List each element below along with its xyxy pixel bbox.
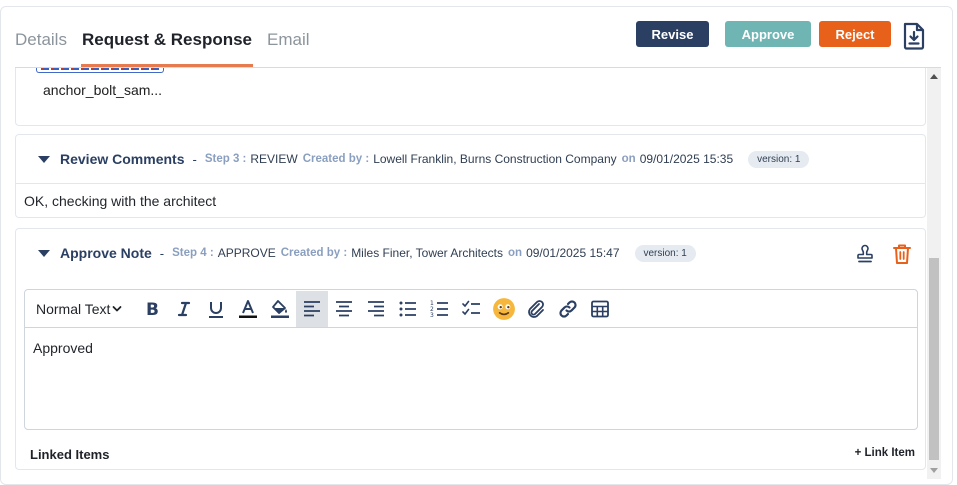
step-label: Step 3 :: [204, 153, 247, 165]
created-by-value: Miles Finer, Tower Architects: [351, 246, 504, 260]
reject-button[interactable]: Reject: [819, 21, 891, 47]
tab-request-response[interactable]: Request & Response: [80, 30, 254, 67]
editor-toolbar: Normal Text B 1 2 3: [25, 290, 917, 328]
table-icon[interactable]: [584, 291, 616, 327]
attachment-card: anchor_bolt_sam...: [15, 68, 926, 126]
italic-icon[interactable]: [168, 291, 200, 327]
on-label: on: [621, 153, 636, 165]
version-badge: version: 1: [634, 244, 696, 262]
title-separator: -: [159, 245, 165, 261]
tab-email[interactable]: Email: [267, 30, 310, 67]
title-separator: -: [192, 151, 197, 167]
text-format-select[interactable]: Normal Text: [30, 294, 128, 324]
step-value: APPROVE: [217, 246, 276, 260]
collapse-caret-icon[interactable]: [38, 155, 50, 163]
approve-note-header: Approve Note - Step 4 : APPROVE Created …: [16, 229, 925, 277]
created-by-label: Created by :: [280, 247, 348, 259]
scroll-up-icon[interactable]: [930, 74, 938, 79]
text-format-value: Normal Text: [36, 300, 111, 317]
version-badge: version: 1: [748, 150, 810, 168]
card-divider: [16, 183, 925, 184]
highlight-color-icon[interactable]: [264, 291, 296, 327]
step-label: Step 4 :: [172, 247, 214, 259]
text-color-icon[interactable]: [232, 291, 264, 327]
download-document-icon[interactable]: [902, 22, 926, 50]
comment-date: 09/01/2025 15:47: [526, 246, 620, 260]
bold-icon[interactable]: B: [136, 291, 168, 327]
comment-title: Review Comments: [60, 151, 185, 167]
stamp-icon[interactable]: [856, 244, 874, 264]
chevron-down-icon: [113, 305, 122, 311]
checklist-icon[interactable]: [456, 291, 488, 327]
on-label: on: [508, 247, 523, 259]
approve-button[interactable]: Approve: [725, 21, 811, 47]
svg-text:3: 3: [430, 312, 434, 319]
linked-items-label: Linked Items: [30, 447, 110, 462]
revise-button[interactable]: Revise: [636, 21, 709, 47]
tab-details[interactable]: Details: [15, 30, 67, 67]
step-value: REVIEW: [250, 152, 298, 166]
align-center-icon[interactable]: [328, 291, 360, 327]
align-right-icon[interactable]: [360, 291, 392, 327]
trash-icon[interactable]: [892, 243, 912, 265]
comments-scroll-area: anchor_bolt_sam... Review Comments - Ste…: [15, 68, 926, 480]
emoji-icon[interactable]: [488, 291, 520, 327]
editor-content[interactable]: Approved: [33, 340, 93, 356]
vertical-scrollbar[interactable]: [927, 68, 941, 479]
review-comment-card: Review Comments - Step 3 : REVIEW Create…: [15, 134, 926, 218]
underline-icon[interactable]: [200, 291, 232, 327]
svg-text:B: B: [146, 300, 159, 319]
created-by-value: Lowell Franklin, Burns Construction Comp…: [373, 152, 617, 166]
tab-bar: Details Request & Response Email: [15, 30, 310, 68]
attachment-icon[interactable]: [520, 291, 552, 327]
numbered-list-icon[interactable]: 123: [424, 291, 456, 327]
align-left-icon[interactable]: [296, 290, 329, 327]
collapse-caret-icon[interactable]: [38, 249, 50, 257]
scrollbar-thumb[interactable]: [929, 258, 939, 460]
review-comment-header: Review Comments - Step 3 : REVIEW Create…: [16, 135, 925, 183]
approve-note-card: Approve Note - Step 4 : APPROVE Created …: [15, 228, 926, 470]
comment-title: Approve Note: [60, 245, 152, 261]
link-item-button[interactable]: + Link Item: [855, 447, 915, 459]
attachment-thumbnail[interactable]: [36, 68, 164, 73]
attachment-file-name[interactable]: anchor_bolt_sam...: [43, 82, 162, 98]
bullet-list-icon[interactable]: [392, 291, 424, 327]
scroll-down-icon[interactable]: [930, 468, 938, 473]
created-by-label: Created by :: [302, 153, 370, 165]
comment-body: OK, checking with the architect: [24, 193, 217, 209]
comment-date: 09/01/2025 15:35: [639, 152, 734, 166]
rich-text-editor: Normal Text B 1 2 3 Approved: [24, 289, 918, 430]
link-icon[interactable]: [552, 291, 584, 327]
